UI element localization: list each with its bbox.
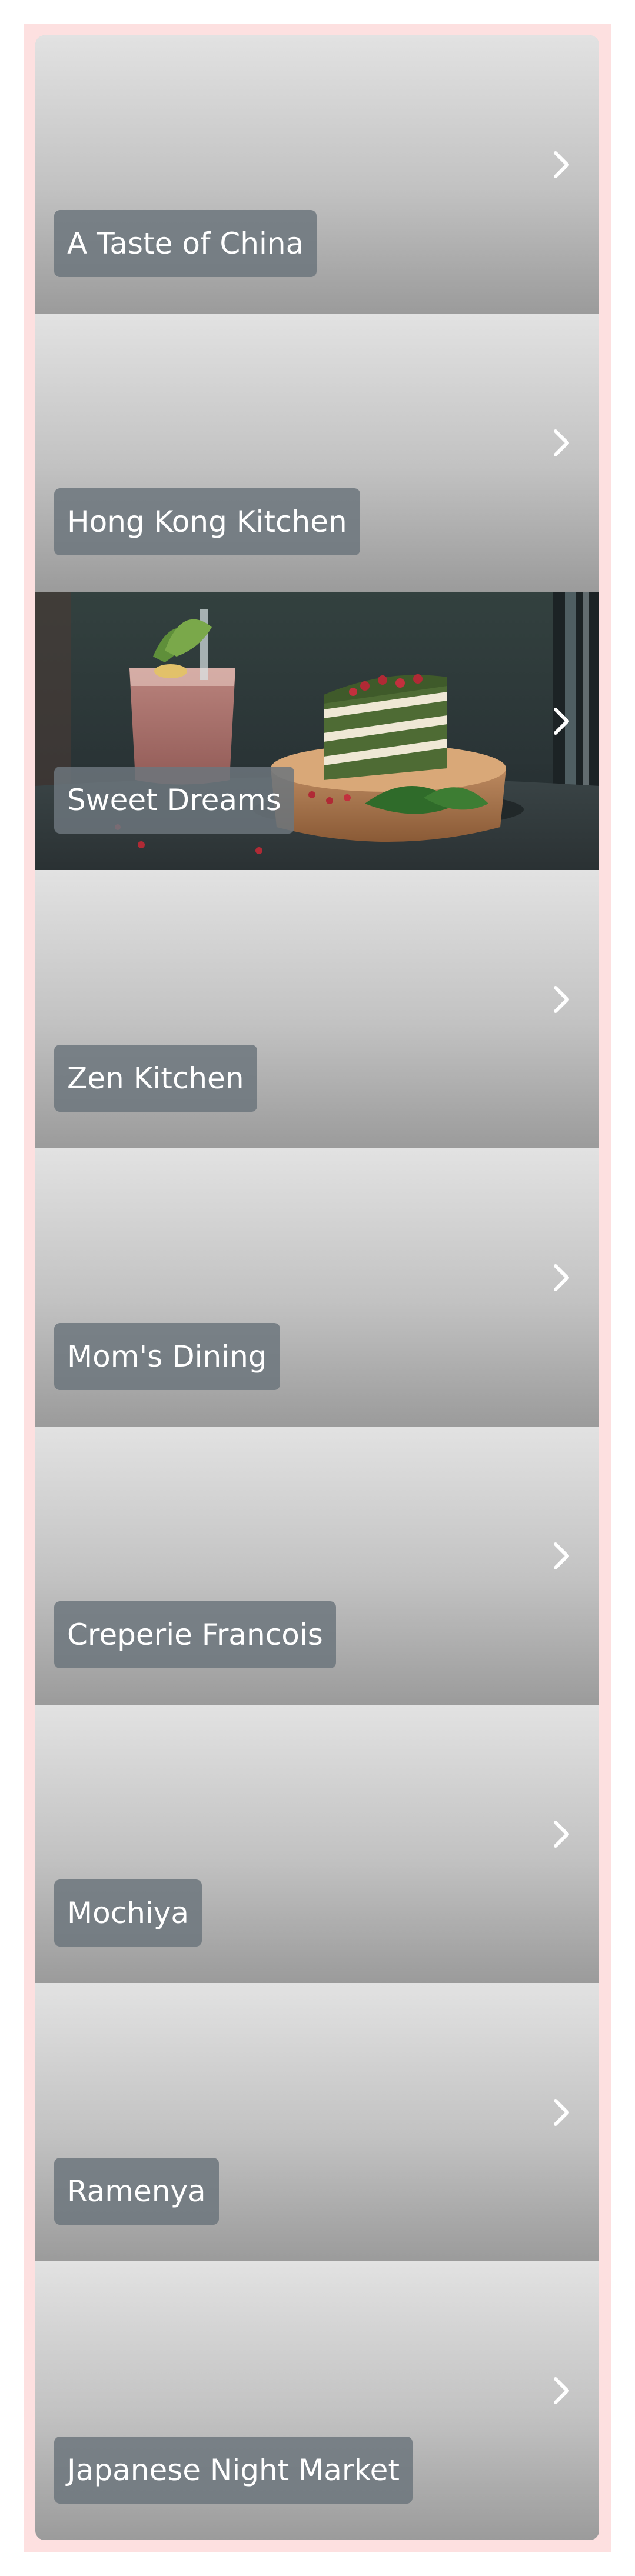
restaurant-card[interactable]: Japanese Night Market <box>35 2261 599 2540</box>
chevron-right-icon <box>554 151 569 178</box>
restaurant-name: Ramenya <box>54 2158 219 2225</box>
chevron-right-icon <box>554 2099 569 2126</box>
chevron-right-icon <box>554 1821 569 1848</box>
restaurant-card[interactable]: Mochiya <box>35 1705 599 1983</box>
restaurant-card[interactable]: Zen Kitchen <box>35 870 599 1148</box>
restaurant-card[interactable]: Hong Kong Kitchen <box>35 314 599 592</box>
restaurant-name: Japanese Night Market <box>54 2437 413 2504</box>
restaurant-name: Creperie Francois <box>54 1601 336 1668</box>
restaurant-card[interactable]: A Taste of China <box>35 35 599 314</box>
restaurant-card[interactable]: Sweet Dreams <box>35 592 599 870</box>
chevron-right-icon <box>554 2377 569 2404</box>
restaurant-card[interactable]: Ramenya <box>35 1983 599 2261</box>
chevron-right-icon <box>554 708 569 735</box>
restaurant-card[interactable]: Creperie Francois <box>35 1427 599 1705</box>
chevron-right-icon <box>554 429 569 456</box>
chevron-right-icon <box>554 1264 569 1291</box>
restaurant-card[interactable]: Mom's Dining <box>35 1148 599 1427</box>
restaurant-name: Mom's Dining <box>54 1323 280 1390</box>
restaurant-name: Mochiya <box>54 1879 202 1947</box>
restaurant-list: A Taste of China Hong Kong Kitchen Sweet… <box>35 35 599 2540</box>
restaurant-name: Hong Kong Kitchen <box>54 488 360 555</box>
chevron-right-icon <box>554 986 569 1013</box>
chevron-right-icon <box>554 1542 569 1569</box>
restaurant-name: A Taste of China <box>54 210 317 277</box>
restaurant-name: Zen Kitchen <box>54 1045 257 1112</box>
page-frame: A Taste of China Hong Kong Kitchen Sweet… <box>24 24 611 2552</box>
restaurant-name: Sweet Dreams <box>54 767 294 834</box>
